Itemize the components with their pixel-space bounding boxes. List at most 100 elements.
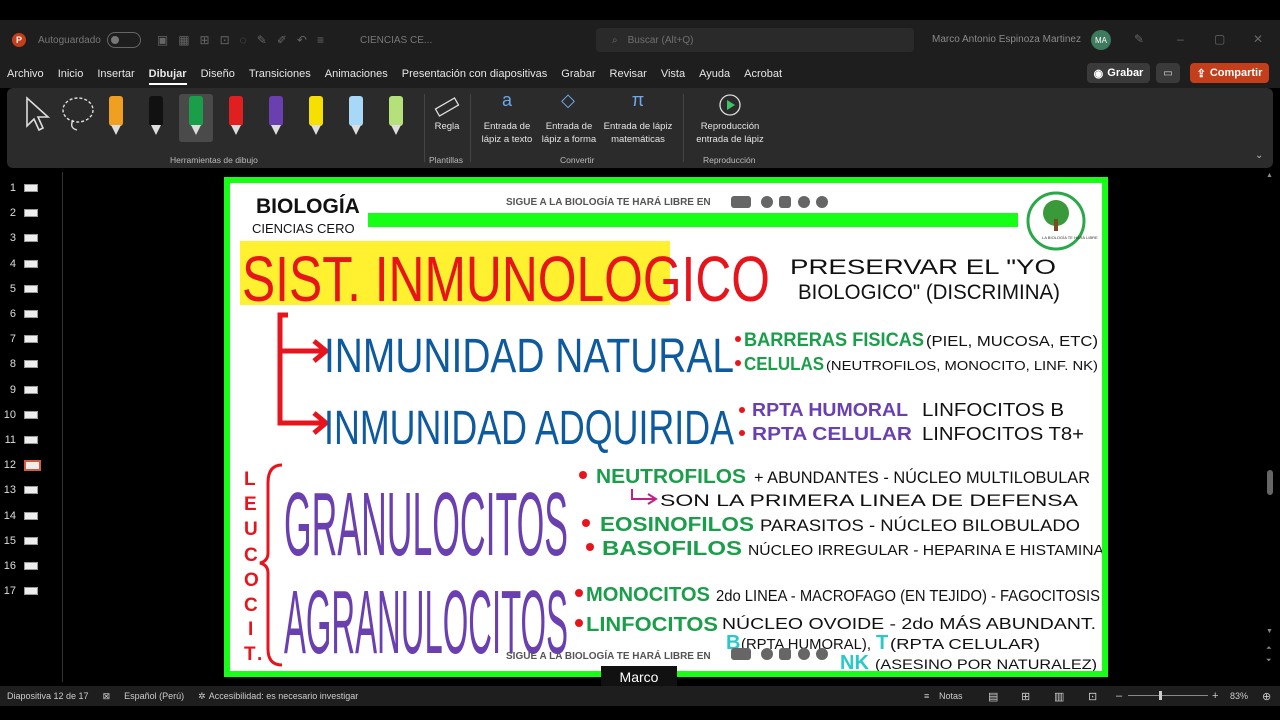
normal-view-icon[interactable]: ▤ [988,690,998,703]
pen-icon[interactable]: ✐ [277,33,287,47]
slide-thumbnail[interactable]: 4 [0,254,62,274]
tab-revisar[interactable]: Revisar [610,68,647,80]
scroll-up-icon[interactable]: ▲ [1266,172,1273,179]
pen-orange[interactable] [99,94,133,144]
group-label-replay: Reproducción [703,155,756,165]
slide-thumbnail[interactable]: 11 [0,430,62,450]
autosave-toggle[interactable] [106,32,141,48]
slide-thumbnail[interactable]: 2 [0,203,62,223]
slide-sorter-icon[interactable]: ⊞ [1021,690,1030,703]
slide-thumbnail[interactable]: 9 [0,380,62,400]
pinterest-icon [798,648,810,660]
ruler-icon[interactable] [433,94,461,120]
pen-mode-icon[interactable]: ✎ [1134,32,1144,46]
slide-thumbnail[interactable]: 5 [0,279,62,299]
comments-button[interactable]: ▭ [1156,63,1180,83]
undo-icon[interactable]: ↶ [297,33,307,47]
zoom-slider[interactable] [1128,695,1208,696]
slide-thumbnail[interactable]: 10 [0,405,62,425]
highlighter-yellow[interactable] [299,94,333,144]
slide-number: 12 [3,459,16,472]
ink-to-text-button[interactable]: Entrada de lápiz a texto [477,120,537,146]
tab-presentacion[interactable]: Presentación con diapositivas [402,68,548,80]
slide-counter[interactable]: Diapositiva 12 de 17 [7,691,89,701]
zoom-slider-thumb[interactable] [1159,691,1162,700]
previous-slide-icon[interactable]: ⏶ [1266,645,1272,653]
slideshow-icon[interactable]: ⊡ [1088,690,1097,703]
tab-acrobat[interactable]: Acrobat [744,68,782,80]
edit-icon[interactable]: ✎ [257,33,267,47]
tab-animaciones[interactable]: Animaciones [325,68,388,80]
notes-button[interactable]: Notas [939,691,963,701]
lasso-select-icon[interactable] [59,94,99,134]
ink-to-shape-button[interactable]: Entrada de lápiz a forma [537,120,601,146]
highlighter-lime[interactable] [379,94,413,144]
slide-thumbnail[interactable]: 14 [0,506,62,526]
share-button[interactable]: ⇪ Compartir [1190,63,1269,83]
tab-diseno[interactable]: Diseño [201,68,235,80]
slide-number: 2 [9,207,16,220]
ruler-label[interactable]: Regla [427,120,467,133]
language-status[interactable]: Español (Perú) [124,691,184,701]
customize-icon[interactable]: ≡ [317,33,324,47]
pen-red[interactable] [219,94,253,144]
spellcheck-icon[interactable]: ⊠ [103,691,111,702]
close-icon[interactable]: ✕ [1253,32,1263,46]
picture-icon[interactable]: ⊡ [220,33,230,47]
scrollbar-thumb[interactable] [1267,470,1273,495]
shapes-icon[interactable]: ◌ [240,33,247,47]
search-box[interactable]: ⌕ Buscar (Alt+Q) [596,28,914,52]
avatar[interactable]: MA [1091,30,1111,50]
document-title[interactable]: CIENCIAS CE... [360,35,432,46]
vertical-letter: O [244,570,259,591]
current-slide[interactable]: BIOLOGÍA CIENCIAS CERO SIGUE A LA BIOLOG… [224,177,1108,677]
slide-thumbnail[interactable]: 7 [0,329,62,349]
natural-item-1-val: (PIEL, MUCOSA, ETC) [926,333,1098,350]
table-icon[interactable]: ⊞ [200,33,210,47]
save-icon[interactable]: ▣ [157,33,168,47]
accessibility-status[interactable]: Accesibilidad: es necesario investigar [209,691,359,701]
pane-divider[interactable] [62,172,63,682]
zoom-level[interactable]: 83% [1230,691,1248,701]
slide-thumbnail[interactable]: 8 [0,354,62,374]
user-name[interactable]: Marco Antonio Espinoza Martinez [932,34,1081,45]
tab-archivo[interactable]: Archivo [7,68,44,80]
minimize-icon[interactable]: – [1177,32,1184,46]
tab-insertar[interactable]: Insertar [97,68,134,80]
select-cursor-icon[interactable] [21,96,51,132]
next-slide-icon[interactable]: ⏷ [1266,657,1272,665]
pen-purple[interactable] [259,94,293,144]
zoom-in-icon[interactable]: + [1212,690,1218,702]
slide-preview [24,562,38,570]
pen-green[interactable] [179,94,213,142]
tab-inicio[interactable]: Inicio [58,68,84,80]
reading-view-icon[interactable]: ▥ [1054,690,1064,703]
scroll-down-icon[interactable]: ▼ [1266,628,1273,635]
tab-transiciones[interactable]: Transiciones [249,68,311,80]
collapse-ribbon-icon[interactable]: ⌄ [1255,150,1263,161]
slide-thumbnail[interactable]: 12 [0,455,62,475]
vertical-scrollbar[interactable] [1266,172,1274,670]
tab-grabar[interactable]: Grabar [561,68,595,80]
tab-vista[interactable]: Vista [661,68,685,80]
slide-thumbnail[interactable]: 16 [0,556,62,576]
slide-thumbnail[interactable]: 17 [0,581,62,601]
slide-thumbnail[interactable]: 15 [0,531,62,551]
tab-dibujar[interactable]: Dibujar [148,68,187,85]
tab-ayuda[interactable]: Ayuda [699,68,730,80]
slide-thumbnail[interactable]: 13 [0,480,62,500]
highlighter-blue[interactable] [339,94,373,144]
zoom-out-icon[interactable]: – [1116,690,1122,702]
maximize-icon[interactable]: ▢ [1214,32,1225,46]
layout-icon[interactable]: ▦ [178,33,189,47]
slide-thumbnail[interactable]: 3 [0,228,62,248]
pen-black[interactable] [139,94,173,144]
slide-thumbnail[interactable]: 6 [0,304,62,324]
ink-replay-button[interactable]: Reproducción entrada de lápiz [690,120,770,146]
ink-to-math-button[interactable]: Entrada de lápiz matemáticas [601,120,675,146]
record-button[interactable]: ◉ Grabar [1087,63,1150,83]
granulocitos-list: NEUTROFILOS + ABUNDANTES - NÚCLEO MULTIL… [579,466,1102,560]
slide-thumbnail[interactable]: 1 [0,178,62,198]
fit-to-window-icon[interactable]: ⊕ [1262,690,1271,703]
slide-number: 7 [9,333,16,346]
